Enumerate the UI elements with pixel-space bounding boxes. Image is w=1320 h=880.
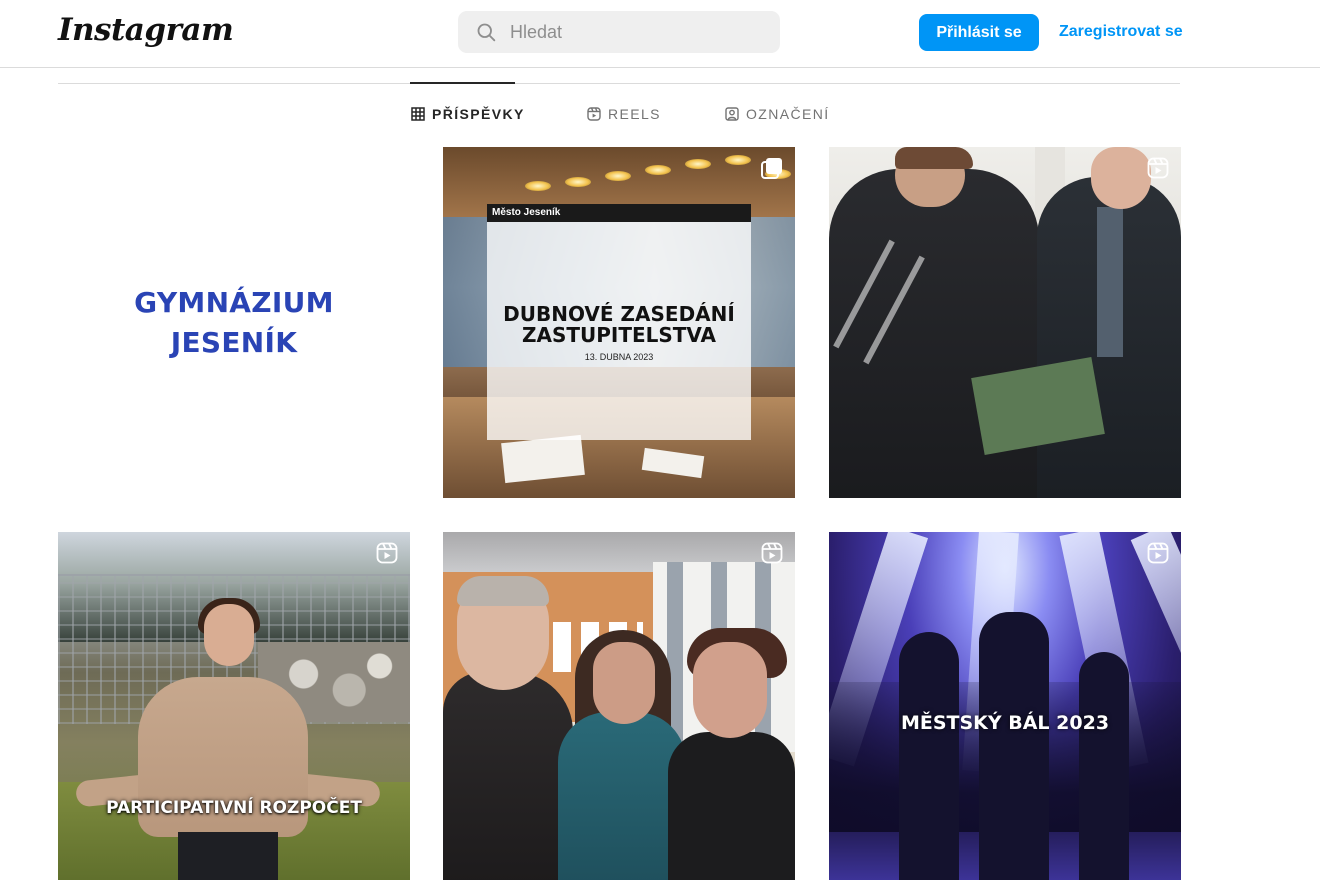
presenter-head	[204, 604, 254, 666]
reels-icon	[587, 107, 601, 121]
login-button[interactable]: Přihlásit se	[919, 14, 1039, 51]
post-title-line: ZASTUPITELSTVA	[521, 323, 717, 347]
signup-link[interactable]: Zaregistrovat se	[1059, 23, 1183, 41]
post-header-bar: Město Jeseník	[487, 204, 751, 222]
post-tile-council-meeting[interactable]: Město Jeseník DUBNOVÉ ZASEDÁNÍ ZASTUPITE…	[443, 147, 795, 498]
active-tab-indicator	[410, 82, 515, 84]
post-tile-participatory-budget[interactable]: PARTICIPATIVNÍ ROZPOČET	[58, 532, 410, 880]
search-input[interactable]	[510, 21, 760, 43]
top-navigation-bar: Instagram Přihlásit se Zaregistrovat se	[0, 0, 1320, 68]
post-tile-city-ball[interactable]: MĚSTSKÝ BÁL 2023	[829, 532, 1181, 880]
tab-tagged-label: OZNAČENÍ	[746, 106, 830, 122]
laptop	[501, 434, 585, 484]
person-woman-coat	[558, 712, 686, 880]
reel-icon	[376, 542, 398, 564]
post-tile-award-handover[interactable]	[829, 147, 1181, 498]
grid-icon	[411, 107, 425, 121]
post-title-line: DUBNOVÉ ZASEDÁNÍ	[503, 302, 735, 326]
tab-reels[interactable]: REELS	[587, 106, 661, 122]
post-tile-gymnazium[interactable]: GYMNÁZIUM JESENÍK	[58, 147, 410, 498]
post-text-line: JESENÍK	[170, 325, 298, 359]
dancer-silhouette	[1079, 652, 1129, 880]
tagged-icon	[725, 107, 739, 121]
post-caption: MĚSTSKÝ BÁL 2023	[900, 712, 1110, 734]
post-date: 13. DUBNA 2023	[584, 352, 654, 362]
presenter-legs	[178, 832, 278, 880]
tab-posts-label: PŘÍSPĚVKY	[432, 106, 525, 122]
tab-posts[interactable]: PŘÍSPĚVKY	[411, 106, 525, 122]
tab-reels-label: REELS	[608, 106, 661, 122]
person-man	[443, 672, 573, 880]
post-caption: PARTICIPATIVNÍ ROZPOČET	[106, 798, 362, 818]
post-text: GYMNÁZIUM JESENÍK	[134, 283, 334, 363]
tab-tagged[interactable]: OZNAČENÍ	[725, 106, 830, 122]
reel-icon	[1147, 157, 1169, 179]
person-man-hair	[457, 576, 549, 606]
person-woman-head	[593, 642, 655, 724]
instagram-logo[interactable]: Instagram	[58, 12, 234, 48]
tabs-divider	[58, 83, 1180, 84]
person-right-shirt	[1097, 207, 1123, 357]
person-left-hair	[895, 147, 973, 169]
dancer-silhouette	[979, 612, 1049, 880]
post-title: DUBNOVÉ ZASEDÁNÍ ZASTUPITELSTVA	[487, 304, 751, 346]
person-woman2-head	[693, 642, 767, 738]
reel-icon	[761, 542, 783, 564]
reel-icon	[1147, 542, 1169, 564]
person-woman2-vest	[668, 732, 795, 880]
search-box[interactable]	[458, 11, 780, 53]
post-text-overlay: DUBNOVÉ ZASEDÁNÍ ZASTUPITELSTVA 13. DUBN…	[487, 222, 751, 440]
person-right-head	[1091, 147, 1151, 209]
carousel-icon	[761, 158, 782, 179]
search-icon	[477, 23, 496, 42]
post-tile-visit[interactable]	[443, 532, 795, 880]
dancer-silhouette	[899, 632, 959, 880]
post-text-line: GYMNÁZIUM	[134, 285, 334, 319]
